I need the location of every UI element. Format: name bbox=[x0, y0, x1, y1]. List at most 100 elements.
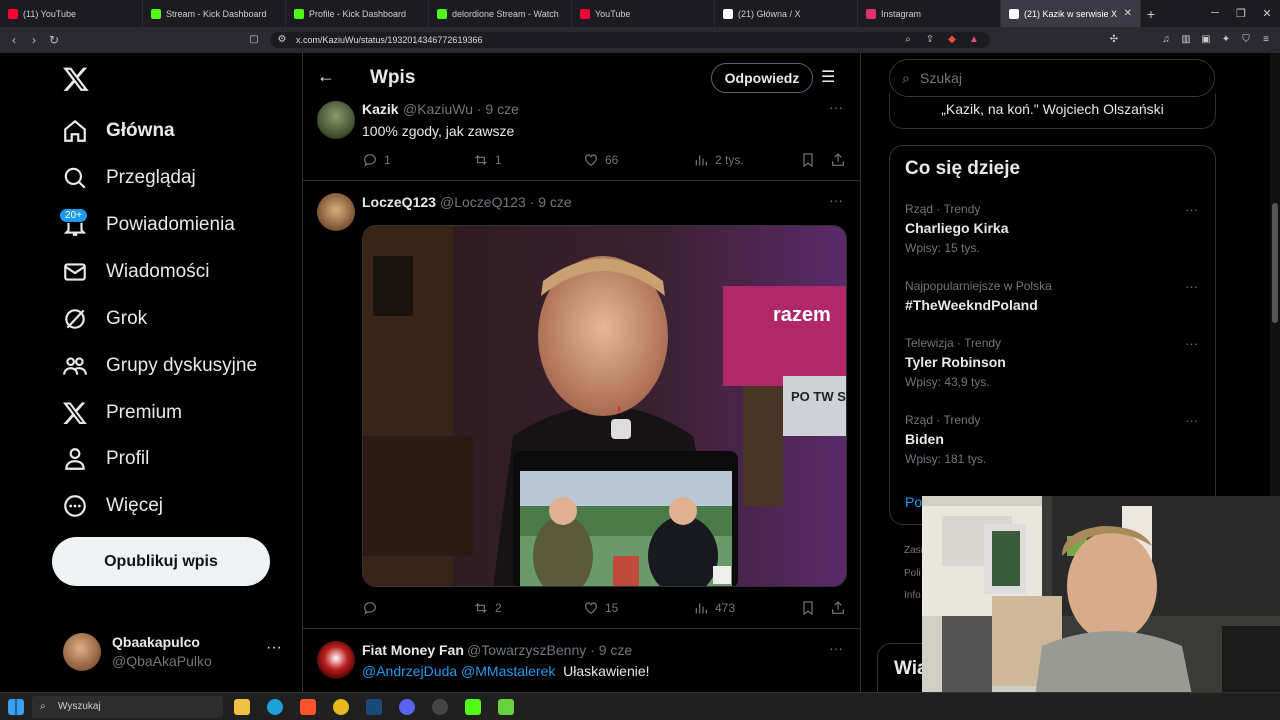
nav-explore[interactable]: Przeglądaj bbox=[62, 163, 196, 193]
reply-button[interactable]: 1 bbox=[362, 152, 391, 168]
reply-header-button[interactable]: Odpowiedz bbox=[711, 63, 813, 93]
nav-profile[interactable]: Profil bbox=[62, 444, 149, 474]
tweet-author-handle[interactable]: @LoczeQ123 · 9 cze bbox=[440, 194, 572, 210]
trend-item[interactable]: Najpopularniejsze w Polska #TheWeekndPol… bbox=[905, 279, 1205, 313]
media-icon[interactable]: ♫ bbox=[1160, 34, 1172, 46]
menu-icon[interactable]: ≡ bbox=[1260, 34, 1272, 46]
url-field[interactable]: x.com/KaziuWu/status/1932014346772619366 bbox=[270, 32, 990, 48]
kick-app-icon[interactable] bbox=[465, 699, 481, 715]
footer-link[interactable]: Info bbox=[904, 590, 921, 601]
wallet-icon[interactable]: ▣ bbox=[1200, 34, 1212, 46]
site-info-icon[interactable]: ⚙ bbox=[276, 34, 288, 46]
views-button[interactable]: 473 bbox=[693, 600, 735, 616]
footer-link[interactable]: Poli bbox=[904, 568, 921, 579]
more-dots-icon[interactable]: ··· bbox=[829, 640, 843, 656]
person-icon bbox=[65, 448, 85, 470]
brave-shield-icon[interactable]: ◆ bbox=[946, 34, 958, 46]
nav-premium[interactable]: Premium bbox=[62, 398, 182, 428]
obs-icon[interactable] bbox=[432, 699, 448, 715]
x-logo-icon[interactable] bbox=[62, 65, 90, 93]
browser-tab-kick-profile[interactable]: Profile - Kick Dashboard bbox=[286, 0, 429, 27]
filter-sliders-icon[interactable]: ☰ bbox=[821, 67, 835, 87]
tweet-author-name[interactable]: LoczeQ123 bbox=[362, 194, 436, 210]
scrollbar-thumb[interactable] bbox=[1272, 203, 1278, 323]
share-button[interactable] bbox=[830, 600, 846, 616]
extensions-icon[interactable]: ✣ bbox=[1108, 34, 1120, 46]
reply-button[interactable] bbox=[362, 600, 384, 616]
publish-button[interactable]: Opublikuj wpis bbox=[52, 537, 270, 586]
nav-grok[interactable]: Grok bbox=[62, 304, 147, 334]
edge-icon[interactable] bbox=[267, 699, 283, 715]
browser-tab-youtube[interactable]: (11) YouTube bbox=[0, 0, 143, 27]
new-tab-button[interactable]: + bbox=[1141, 6, 1161, 22]
like-button[interactable]: 66 bbox=[583, 152, 618, 168]
nav-home[interactable]: Główna bbox=[62, 116, 175, 146]
tweet-author-name[interactable]: Fiat Money Fan bbox=[362, 642, 464, 658]
minimize-icon[interactable]: ─ bbox=[1202, 7, 1228, 20]
views-button[interactable]: 2 tys. bbox=[693, 152, 744, 168]
ai-icon[interactable]: ✦ bbox=[1220, 34, 1232, 46]
repost-button[interactable]: 2 bbox=[473, 600, 502, 616]
repost-button[interactable]: 1 bbox=[473, 152, 502, 168]
tweet[interactable]: LoczeQ123 @LoczeQ123 · 9 cze ··· razem P… bbox=[303, 181, 860, 629]
browser-tab-x-home[interactable]: (21) Główna / X bbox=[715, 0, 858, 27]
browser-tab-youtube-2[interactable]: YouTube bbox=[572, 0, 715, 27]
browser-tab-x-kazik[interactable]: (21) Kazik w serwisie X ✕ bbox=[1001, 0, 1141, 27]
taskbar-search[interactable]: ⌕ Wyszukaj bbox=[32, 696, 223, 718]
tweet-author-handle[interactable]: @KaziuWu · 9 cze bbox=[403, 101, 519, 117]
tweet[interactable]: Kazik @KaziuWu · 9 cze ··· 100% zgody, j… bbox=[303, 93, 860, 181]
back-icon[interactable]: ‹ bbox=[4, 33, 24, 47]
brave-icon[interactable] bbox=[300, 699, 316, 715]
vpn-icon[interactable]: ⛉ bbox=[1240, 34, 1252, 46]
browser-tab-kick-stream[interactable]: Stream - Kick Dashboard bbox=[143, 0, 286, 27]
quote-card[interactable]: „Kazik, na koń." Wojciech Olszański bbox=[889, 93, 1216, 129]
more-dots-icon[interactable]: ··· bbox=[1185, 336, 1198, 351]
search-input[interactable]: ⌕ Szukaj bbox=[889, 59, 1215, 97]
tweet-author-name[interactable]: Kazik bbox=[362, 101, 399, 117]
windows-start-icon[interactable] bbox=[8, 699, 24, 715]
kick-studio-icon[interactable] bbox=[498, 699, 514, 715]
tweet[interactable]: Fiat Money Fan @TowarzyszBenny · 9 cze ·… bbox=[303, 629, 860, 692]
discord-icon[interactable] bbox=[399, 699, 415, 715]
more-dots-icon[interactable]: ··· bbox=[829, 99, 843, 115]
trend-item[interactable]: Rząd · Trendy Biden Wpisy: 181 tys. ··· bbox=[905, 413, 1205, 466]
chrome-icon[interactable] bbox=[333, 699, 349, 715]
forward-icon[interactable]: › bbox=[24, 33, 44, 47]
like-button[interactable]: 15 bbox=[583, 600, 618, 616]
show-more-link[interactable]: Po bbox=[905, 494, 922, 510]
more-dots-icon[interactable]: ··· bbox=[829, 192, 843, 208]
nav-more[interactable]: Więcej bbox=[62, 491, 163, 521]
sidebar-icon[interactable]: ▥ bbox=[1180, 34, 1192, 46]
reload-icon[interactable]: ↻ bbox=[44, 33, 64, 47]
brave-rewards-icon[interactable]: ▲ bbox=[968, 34, 980, 46]
window-close-icon[interactable]: ✕ bbox=[1254, 7, 1280, 20]
tweet-author-handle[interactable]: @TowarzyszBenny · 9 cze bbox=[467, 642, 632, 658]
share-icon[interactable]: ⇪ bbox=[924, 34, 936, 46]
steam-icon[interactable] bbox=[366, 699, 382, 715]
kick-icon bbox=[294, 8, 304, 19]
bookmark-button[interactable] bbox=[800, 152, 816, 168]
trend-item[interactable]: Telewizja · Trendy Tyler Robinson Wpisy:… bbox=[905, 336, 1205, 389]
more-dots-icon[interactable]: ··· bbox=[1185, 413, 1198, 428]
more-dots-icon[interactable]: ··· bbox=[266, 639, 282, 657]
zoom-icon[interactable]: ⌕ bbox=[902, 34, 914, 46]
more-dots-icon[interactable]: ··· bbox=[1185, 202, 1198, 217]
trend-item[interactable]: Rząd · Trendy Charliego Kirka Wpisy: 15 … bbox=[905, 202, 1205, 255]
share-button[interactable] bbox=[830, 152, 846, 168]
browser-tab-instagram[interactable]: Instagram bbox=[858, 0, 1001, 27]
close-tab-icon[interactable]: ✕ bbox=[1124, 8, 1132, 19]
tweet-media-image[interactable]: razem PO TW STRO bbox=[362, 225, 847, 587]
tweet-actions: 2 15 473 bbox=[362, 598, 848, 618]
nav-communities[interactable]: Grupy dyskusyjne bbox=[62, 351, 257, 381]
more-dots-icon[interactable]: ··· bbox=[1185, 279, 1198, 294]
restore-icon[interactable]: ❐ bbox=[1228, 7, 1254, 20]
back-arrow-icon[interactable]: ← bbox=[317, 66, 335, 87]
bookmark-button[interactable] bbox=[800, 600, 816, 616]
footer-link[interactable]: Zasi bbox=[904, 545, 923, 556]
nav-messages[interactable]: Wiadomości bbox=[62, 257, 209, 287]
file-explorer-icon[interactable] bbox=[234, 699, 250, 715]
account-switcher[interactable]: Qbaakapulco @QbaAkaPulko ··· bbox=[63, 631, 293, 671]
tweet-mentions[interactable]: @AndrzejDuda @MMastalerek bbox=[362, 663, 555, 679]
browser-tab-kick-watch[interactable]: delordione Stream - Watch bbox=[429, 0, 572, 27]
bookmark-icon[interactable]: ▢ bbox=[248, 34, 260, 46]
